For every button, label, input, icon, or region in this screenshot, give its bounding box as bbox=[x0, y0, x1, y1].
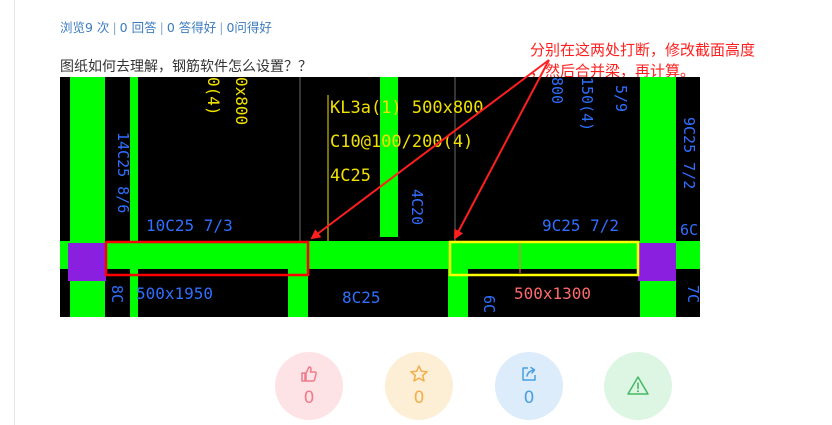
share-button[interactable]: 0 bbox=[495, 352, 563, 420]
good-answers-count: 0 答得好 bbox=[166, 20, 217, 35]
warning-icon bbox=[627, 376, 649, 395]
question-stats: 浏览9 次 | 0 回答 | 0 答得好 | 0问得好 bbox=[60, 20, 272, 35]
thumbs-up-icon bbox=[301, 366, 317, 382]
size-right-label: 500x1300 bbox=[514, 284, 591, 303]
star-icon bbox=[410, 365, 428, 382]
beam-name-label: KL3a(1) 500x800 bbox=[330, 98, 484, 118]
col-right-num-label: 5/9 bbox=[612, 85, 630, 112]
side-bar-left-label: 14C25 8/6 bbox=[114, 132, 132, 213]
col-left-top-label: 0(4) bbox=[204, 77, 223, 116]
question-image[interactable]: KL3a(1) 500x800 C10@100/200(4) 4C25 0(4)… bbox=[60, 77, 700, 317]
column-head-right bbox=[638, 243, 676, 281]
question-page: 浏览9 次 | 0 回答 | 0 答得好 | 0问得好 图纸如何去理解，钢筋软件怎么设置？？… bbox=[0, 0, 832, 425]
mid-bottom-cut-label: 6C bbox=[480, 295, 498, 313]
top-bar-label: 4C25 bbox=[330, 166, 371, 186]
rebar-drawing: KL3a(1) 500x800 C10@100/200(4) 4C25 0(4)… bbox=[60, 77, 700, 317]
favorite-button[interactable]: 0 bbox=[385, 352, 453, 420]
left-edge-cut-label: 8C bbox=[108, 285, 126, 303]
like-button[interactable]: 0 bbox=[275, 352, 343, 420]
action-bar: 0 0 0 bbox=[0, 352, 832, 422]
question-title: 图纸如何去理解，钢筋软件怎么设置？？ bbox=[60, 59, 312, 75]
side-bar-mid-label: 4C20 bbox=[408, 189, 426, 225]
annotation-line-1: 分别在这两处打断，修改截面高度 bbox=[530, 41, 756, 59]
report-button[interactable] bbox=[604, 352, 672, 420]
far-right-bottom-cut-label: 7C bbox=[684, 285, 700, 303]
bottom-left-bar-label: 10C25 7/3 bbox=[146, 216, 233, 235]
image-annotation: 分别在这两处打断，修改截面高度 ，然后合并梁，再计算。 bbox=[530, 40, 755, 82]
col-left-size-label: 0x800 bbox=[232, 77, 251, 125]
favorite-count: 0 bbox=[413, 388, 425, 408]
col-right-stirrup-label: 150(4) bbox=[578, 77, 596, 131]
good-questions-count: 0问得好 bbox=[226, 20, 272, 35]
column-head-left bbox=[68, 243, 106, 281]
size-left-label: 500x1950 bbox=[136, 284, 213, 303]
bottom-mid-bar-label: 8C25 bbox=[342, 288, 381, 307]
far-right-cut-label: 6C bbox=[680, 221, 698, 239]
bottom-right-bar-label: 9C25 7/2 bbox=[542, 216, 619, 235]
views-count: 浏览9 次 bbox=[60, 20, 110, 35]
share-icon bbox=[522, 366, 536, 381]
share-count: 0 bbox=[523, 388, 535, 408]
like-count: 0 bbox=[303, 388, 315, 408]
far-right-bar-label: 9C25 7/2 bbox=[680, 117, 698, 189]
answers-count[interactable]: 0 回答 bbox=[120, 20, 157, 35]
col-right-size-label: 800 bbox=[548, 77, 566, 104]
stirrup-label: C10@100/200(4) bbox=[330, 132, 473, 152]
beam-strip bbox=[60, 241, 700, 269]
